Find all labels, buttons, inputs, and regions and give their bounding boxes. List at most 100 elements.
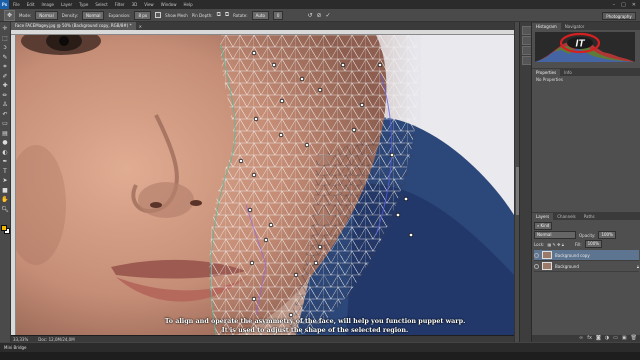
pin-forward-icon[interactable]: ⧉ [217,11,221,19]
trash-icon[interactable]: 🗑︎ [631,335,637,342]
dodge-tool-icon[interactable]: ◐ [2,149,7,156]
commit-check-icon[interactable]: ✓ [326,12,331,19]
blur-tool-icon[interactable]: ● [2,139,7,146]
menu-file[interactable]: File [13,2,20,7]
canvas[interactable] [16,35,514,335]
doc-info[interactable]: Doc: 12,0M/24,0M [38,337,74,342]
opacity-label: Opacity: [579,232,596,238]
fx-icon[interactable]: fx [587,335,592,342]
layer-row[interactable]: Background copy [534,250,639,261]
eraser-tool-icon[interactable]: ▭ [2,120,8,127]
logo-text: IT [576,39,586,50]
menu-type[interactable]: Type [79,2,88,7]
menu-select[interactable]: Select [95,2,107,7]
fill-input[interactable]: 100% [584,240,603,248]
close-tab-icon[interactable]: ✕ [139,24,142,29]
zoom-level[interactable]: 33,33% [13,337,28,342]
mini-bridge-tab[interactable]: Mini Bridge [4,345,27,350]
channel-logo: IT [559,32,601,54]
mode-label: Mode: [19,12,32,18]
density-select[interactable]: Normal [82,10,105,20]
show-mesh-label: Show Mesh [165,12,188,18]
layer-name: Background copy [555,252,590,258]
fill-label: Fill: [574,241,582,247]
hand-tool-icon[interactable]: ✋ [1,196,8,203]
expansion-input[interactable]: 8 px [134,10,152,20]
lock-label: Lock: [534,241,545,247]
adjustment-icon[interactable]: ◑ [605,335,609,342]
document-tab-bar: Face FACEMagey.jpg @ 50% (Background cop… [11,22,514,30]
face-photo [16,35,514,335]
puppet-warp-tool-icon[interactable]: ✥ [4,9,15,21]
healing-brush-tool-icon[interactable]: ✚ [2,82,7,89]
menu-window[interactable]: Window [161,2,177,7]
history-brush-tool-icon[interactable]: ↶ [2,111,7,118]
rotate-select[interactable]: Auto [251,10,269,20]
close-icon[interactable]: ✕ [632,2,636,8]
tab-layers[interactable]: Layers [532,213,554,220]
menu-edit[interactable]: Edit [27,2,35,7]
right-panels: Histogram Navigator Properties Info No P… [531,22,640,342]
menu-view[interactable]: View [144,2,154,7]
app-logo: Ps [0,0,9,9]
show-mesh-checkbox[interactable] [155,12,162,18]
new-layer-icon[interactable]: ▣ [622,335,627,342]
clone-stamp-tool-icon[interactable]: ♙ [2,101,7,108]
pen-tool-icon[interactable]: ✒ [2,158,7,165]
tab-navigator[interactable]: Navigator [561,23,589,30]
layer-thumbnail [542,262,552,270]
shape-tool-icon[interactable]: ■ [2,187,8,194]
foreground-color-swatch[interactable] [1,225,7,231]
quick-select-tool-icon[interactable]: ✎ [2,54,7,61]
workspace-select[interactable]: Photography [602,12,636,20]
pin-depth-label: Pin Depth: [191,12,213,18]
mode-select[interactable]: Normal [35,10,58,20]
gradient-tool-icon[interactable]: ▤ [2,130,8,137]
lock-row: Lock: ▦ ✎ ✥ 🔒︎ Fill: 100% [534,240,639,248]
eye-icon[interactable] [534,252,539,258]
pin-backward-icon[interactable]: ⧉ [225,11,229,19]
move-tool-icon[interactable]: ✛ [2,25,7,32]
tab-info[interactable]: Info [560,69,576,76]
remove-all-pins-icon[interactable]: ↺ [307,12,312,19]
options-bar: ✥ Mode: Normal Density: Normal Expansion… [0,9,640,22]
subtitle-line-1: To align and operate the asymmetry of th… [164,317,466,325]
document-tab[interactable]: Face FACEMagey.jpg @ 50% (Background cop… [11,22,136,30]
tab-properties[interactable]: Properties [532,69,561,76]
minimize-icon[interactable]: – [613,2,616,8]
menu-filter[interactable]: Filter [115,2,125,7]
blend-mode-select[interactable]: Normal [534,231,576,239]
menu-layer[interactable]: Layer [61,2,72,7]
window-controls: – □ ✕ [613,0,636,9]
rotate-angle-input[interactable]: 0 [272,10,284,20]
menu-help[interactable]: Help [183,2,192,7]
lock-icons[interactable]: ▦ ✎ ✥ 🔒︎ [547,242,563,247]
layer-kind-filter[interactable]: ⌕ Kind [534,222,553,230]
brush-tool-icon[interactable]: ✏ [2,92,7,99]
layer-thumbnail [542,251,552,259]
lasso-tool-icon[interactable]: ↄ [3,44,6,51]
mini-bridge-bar: Mini Bridge [0,342,640,352]
link-layers-icon[interactable]: ∞ [579,335,583,342]
opacity-input[interactable]: 100% [598,231,616,239]
layer-row[interactable]: Background 🔒︎ [534,261,639,272]
eye-icon[interactable] [534,263,539,269]
group-folder-icon[interactable]: ▭ [613,335,618,342]
marquee-tool-icon[interactable]: ⬚ [2,35,8,42]
tab-histogram[interactable]: Histogram [532,23,561,30]
path-selection-tool-icon[interactable]: ➤ [2,177,7,184]
mask-icon[interactable]: ◙ [596,335,601,342]
blend-row: Normal Opacity: 100% [534,231,639,239]
crop-tool-icon[interactable]: ⌗ [3,63,6,70]
cancel-icon[interactable]: ⊘ [316,12,321,19]
tab-channels[interactable]: Channels [553,213,580,220]
zoom-tool-icon[interactable]: 🔍︎ [1,206,9,213]
layer-buttons: ∞ fx ◙ ◑ ▭ ▣ 🗑︎ [532,335,640,342]
eyedropper-tool-icon[interactable]: ✐ [2,73,7,80]
layers-tabs: Layers Channels Paths [532,212,640,220]
tab-paths[interactable]: Paths [580,213,599,220]
menu-3d[interactable]: 3D [132,2,138,7]
menu-image[interactable]: Image [41,2,54,7]
maximize-icon[interactable]: □ [621,2,626,8]
type-tool-icon[interactable]: T [3,168,7,175]
